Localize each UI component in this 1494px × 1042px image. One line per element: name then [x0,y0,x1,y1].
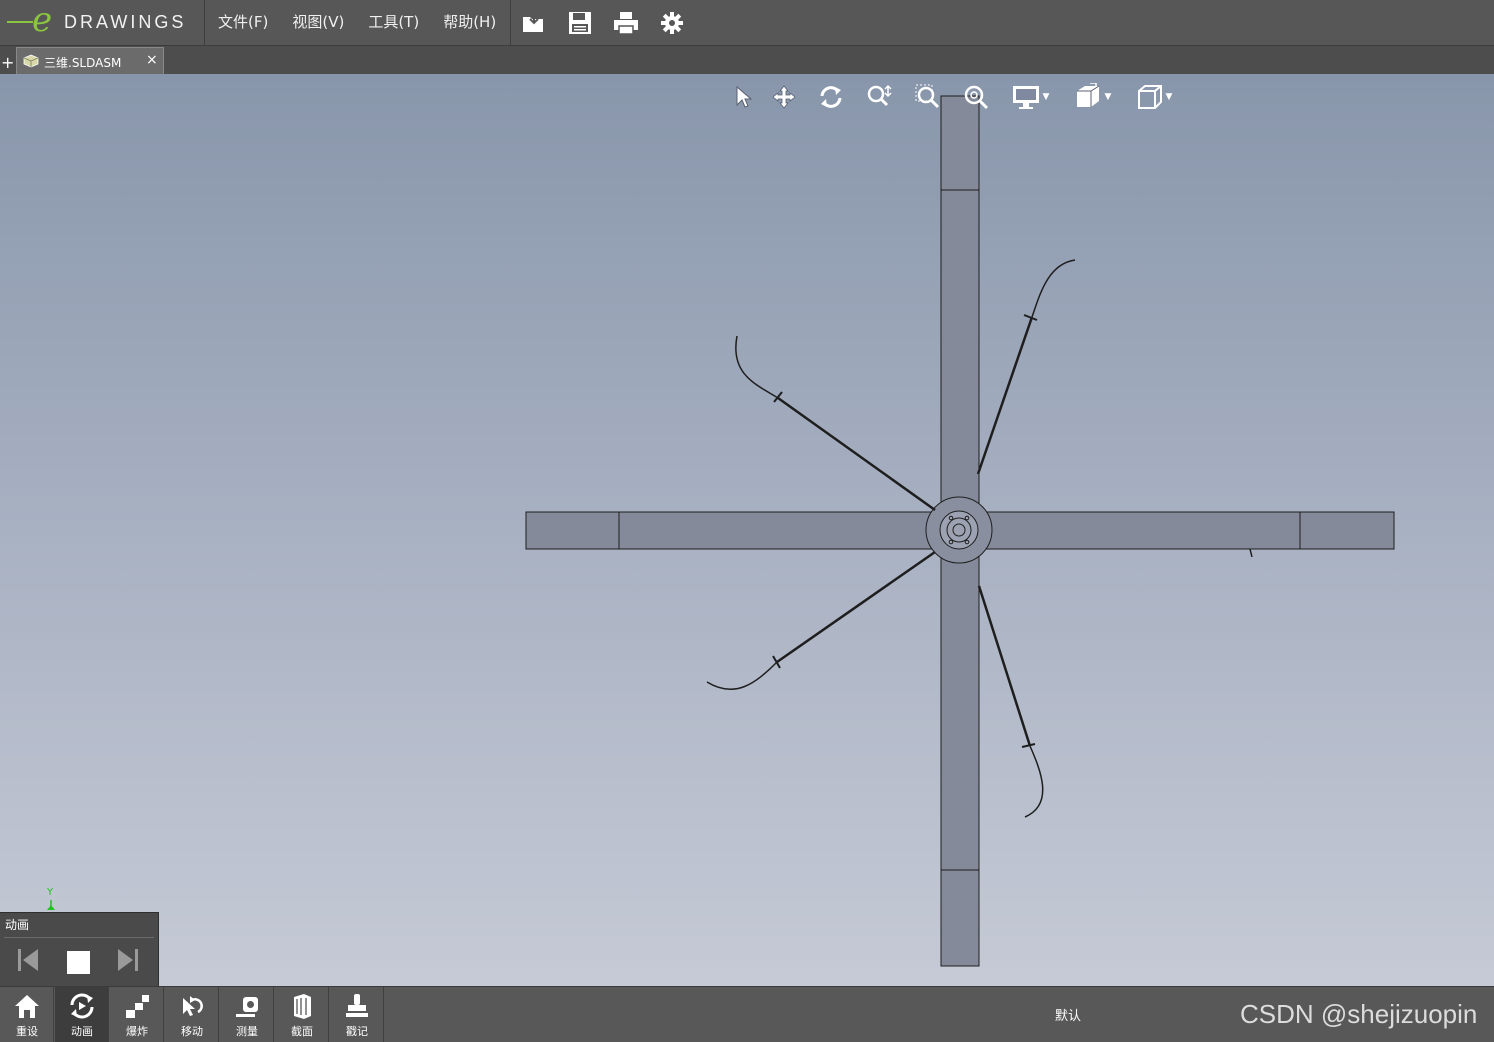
chevron-down-icon: ▼ [1042,92,1050,102]
document-tab[interactable]: 三维.SLDASM × [16,47,164,74]
next-frame-button[interactable] [116,947,140,977]
measure-button[interactable]: 测量 [220,987,274,1042]
menu-help[interactable]: 帮助(H) [431,0,508,45]
chevron-down-icon: ▼ [1104,92,1112,102]
logo-wordmark: DRAWINGS [64,12,187,32]
display-style-dropdown[interactable]: ▼ [1002,82,1058,112]
section-label: 截面 [291,1025,313,1038]
coordinate-triad [47,900,55,910]
section-button[interactable]: 截面 [275,987,329,1042]
assembly-icon [23,54,39,68]
menu-file[interactable]: 文件(F) [206,0,280,45]
stop-icon [67,951,90,974]
graphics-viewport[interactable]: Y ▼ ▼ ▼ [0,74,1494,986]
select-arrow-icon [736,85,753,108]
view-3d-dropdown[interactable]: ▼ [1126,82,1182,112]
animation-label: 动画 [71,1025,93,1038]
explode-icon [126,995,149,1018]
close-tab-button[interactable]: × [146,52,158,68]
animation-panel: 动画 [0,912,159,987]
menu-tools[interactable]: 工具(T) [356,0,431,45]
open-icon [523,13,543,32]
chevron-down-icon: ▼ [1165,92,1173,102]
zoom-fit-icon [964,85,989,110]
save-icon [569,11,591,34]
new-tab-button[interactable]: + [1,55,14,71]
configuration-name: 默认 [1055,1009,1082,1024]
home-icon [15,995,39,1018]
move-icon [183,996,203,1016]
rotate-button[interactable] [810,82,852,112]
zoom-button[interactable] [858,82,900,112]
zoom-icon [867,84,892,107]
explode-button[interactable]: 爆炸 [110,987,164,1042]
triad-y-label: Y [47,887,54,898]
explode-label: 爆炸 [126,1025,148,1038]
animation-panel-title: 动画 [5,918,30,932]
edrawings-logo: e DRAWINGS [0,0,205,45]
skip-back-icon [18,949,38,971]
view-orientation-dropdown[interactable]: ▼ [1064,82,1120,112]
logo-arrow-line [7,21,33,23]
measure-label: 测量 [236,1025,258,1038]
move-label: 移动 [181,1025,203,1038]
divider [4,937,154,938]
zoom-window-button[interactable] [906,82,950,112]
print-icon [614,11,638,35]
settings-button[interactable] [649,0,695,45]
rotate-icon [820,86,842,108]
stamp-icon [346,994,368,1017]
menu-view[interactable]: 视图(V) [280,0,356,45]
view-toolbar: ▼ ▼ ▼ [728,82,1188,112]
section-icon [294,994,311,1019]
3d-view-icon [1137,85,1162,109]
display-style-icon [1012,86,1039,109]
pan-icon [772,85,796,109]
skip-forward-icon [118,949,138,971]
gear-icon [661,11,683,34]
watermark-text: CSDN @shejizuopin [1240,999,1478,1029]
document-tab-bar: + 三维.SLDASM × [0,46,1494,75]
zoom-fit-button[interactable] [956,82,996,112]
reset-label: 重设 [16,1025,38,1038]
reset-button[interactable]: 重设 [0,987,54,1042]
move-button[interactable]: 移动 [165,987,219,1042]
menu-bar: 文件(F) 视图(V) 工具(T) 帮助(H) [206,0,508,45]
previous-frame-button[interactable] [16,947,40,977]
file-toolbar [510,0,711,45]
stamp-button[interactable]: 戳记 [330,987,384,1042]
pan-button[interactable] [764,82,804,112]
stamp-label: 戳记 [346,1025,368,1038]
bottom-toolbar: 重设 动画 爆炸 移动 测量 截面 戳记 默认 CSDN @shejizuopi… [0,986,1494,1042]
print-button[interactable] [603,0,649,45]
logo-e-letter: e [32,0,53,40]
stop-button[interactable] [67,951,90,978]
select-button[interactable] [728,82,758,112]
zoom-window-icon [915,84,940,109]
animation-button[interactable]: 动画 [55,987,109,1042]
document-tab-name: 三维.SLDASM [44,56,122,70]
measure-icon [236,997,258,1017]
save-button[interactable] [557,0,603,45]
assembly-model [47,95,1395,967]
open-button[interactable] [511,0,557,45]
animation-icon [70,993,94,1019]
title-toolbar: e DRAWINGS 文件(F) 视图(V) 工具(T) 帮助(H) [0,0,1494,46]
view-orientation-icon [1076,83,1099,107]
